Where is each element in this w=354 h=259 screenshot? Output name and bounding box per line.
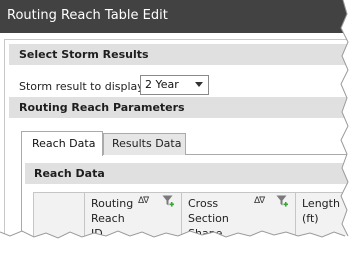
filter-add-icon[interactable]	[276, 195, 288, 208]
column-header-routing-reach-id[interactable]: Routing Reach ID Δ∇	[85, 193, 182, 259]
routing-reach-parameters-section-header[interactable]: Routing Reach Parameters	[9, 97, 350, 118]
tab-results-data-label: Results Data	[112, 137, 182, 150]
routing-reach-parameters-title: Routing Reach Parameters	[19, 101, 185, 114]
title-bar[interactable]: Routing Reach Table Edit	[0, 0, 354, 33]
dropdown-arrow-icon[interactable]	[195, 82, 203, 87]
sort-icon[interactable]: Δ∇	[254, 196, 265, 206]
column-label-cross-section-shape: Cross Section Shape	[188, 197, 229, 240]
tab-reach-data[interactable]: Reach Data	[21, 131, 103, 156]
reach-data-section-title: Reach Data	[34, 167, 105, 180]
storm-result-label: Storm result to display:	[19, 80, 147, 93]
reach-data-section-header[interactable]: Reach Data	[25, 163, 354, 184]
tab-reach-data-label: Reach Data	[32, 137, 96, 150]
storm-results-section-title: Select Storm Results	[19, 48, 149, 61]
filter-add-icon[interactable]	[162, 195, 174, 208]
storm-results-section-header[interactable]: Select Storm Results	[9, 44, 350, 65]
storm-result-dropdown[interactable]: 2 Year	[140, 75, 209, 95]
column-header-length[interactable]: Length (ft)	[296, 193, 354, 259]
window-title: Routing Reach Table Edit	[7, 8, 168, 23]
storm-result-selected-value: 2 Year	[145, 78, 179, 91]
column-header-cross-section-shape[interactable]: Cross Section Shape Δ∇	[182, 193, 296, 259]
sort-icon[interactable]: Δ∇	[138, 196, 149, 206]
grid-row-header-column	[34, 193, 85, 259]
column-label-routing-reach-id: Routing Reach ID	[91, 197, 134, 240]
reach-data-grid: Routing Reach ID Δ∇ Cross Section Shape …	[33, 192, 354, 259]
tab-results-data[interactable]: Results Data	[103, 133, 186, 155]
routing-reach-table-edit-window: Routing Reach Table Edit Select Storm Re…	[0, 0, 354, 259]
column-label-length: Length (ft)	[302, 197, 340, 225]
